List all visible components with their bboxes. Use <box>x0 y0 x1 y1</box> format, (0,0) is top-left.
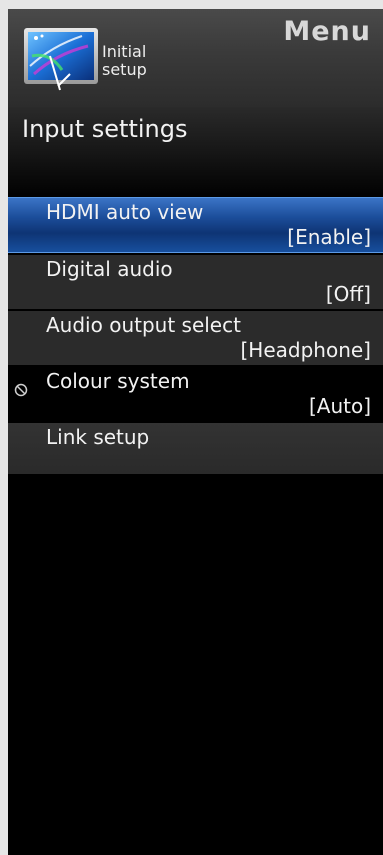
menu-title: Menu <box>283 16 371 47</box>
settings-list: HDMI auto view [Enable] Digital audio [O… <box>8 197 383 476</box>
initial-setup-icon <box>24 28 98 91</box>
prohibited-icon <box>14 383 28 397</box>
item-label: Colour system <box>46 369 190 393</box>
item-label: HDMI auto view <box>46 200 204 224</box>
item-label: Link setup <box>46 425 150 449</box>
item-value: [Enable] <box>287 225 371 249</box>
item-label: Digital audio <box>46 257 173 281</box>
menu-item-hdmi-auto-view[interactable]: HDMI auto view [Enable] <box>8 197 383 253</box>
item-label: Audio output select <box>46 313 241 337</box>
menu-panel: Initial setup Menu Input settings HDMI a… <box>8 9 383 855</box>
menu-header: Initial setup Menu <box>8 9 383 107</box>
menu-item-link-setup[interactable]: Link setup <box>8 423 383 474</box>
item-value: [Auto] <box>308 394 371 418</box>
page-title: Input settings <box>22 115 188 143</box>
category-label: Initial setup <box>102 43 147 79</box>
menu-item-audio-output-select[interactable]: Audio output select [Headphone] <box>8 311 383 365</box>
category-line1: Initial <box>102 42 147 61</box>
menu-item-digital-audio[interactable]: Digital audio [Off] <box>8 255 383 309</box>
menu-item-colour-system: Colour system [Auto] <box>8 367 383 421</box>
item-value: [Headphone] <box>240 338 372 362</box>
category-line2: setup <box>102 60 147 79</box>
item-value: [Off] <box>325 282 371 306</box>
